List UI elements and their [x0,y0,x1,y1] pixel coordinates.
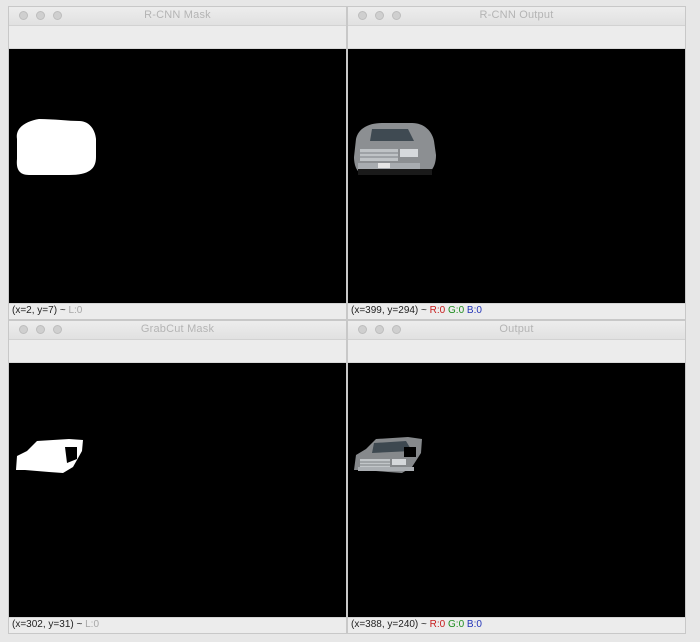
red-readout: R:0 [429,305,446,316]
status-bar: (x=2, y=7) ~ L:0 [9,303,346,319]
window-title: GrabCut Mask [140,323,215,335]
separator: ~ [421,619,427,630]
green-readout: G:0 [448,619,465,630]
window-rcnn-output: R-CNN Output (x=399, y=294) ~ R:0 G:0 B:… [347,6,686,320]
image-canvas[interactable] [348,49,685,303]
window-title: Output [499,323,534,335]
blue-readout: B:0 [466,305,482,316]
green-readout: G:0 [448,305,465,316]
window-title: R-CNN Output [479,9,554,21]
mask-image [16,119,96,175]
rcnn-mask-blob [16,119,96,175]
mask-image [16,439,83,473]
truck-plate [378,163,390,168]
status-bar: (x=388, y=240) ~ R:0 G:0 B:0 [348,617,685,633]
coords-readout: (x=2, y=7) [12,305,58,316]
coords-readout: (x=388, y=240) [351,619,419,630]
truck-grille [360,149,398,161]
truck-bumper [358,467,414,471]
window-rcnn-mask: R-CNN Mask (x=2, y=7) ~ L:0 [8,6,347,320]
toolbar [348,26,685,49]
truck-headlight [392,459,406,465]
toolbar [348,340,685,363]
image-canvas[interactable] [348,363,685,617]
window-title: R-CNN Mask [144,9,211,21]
output-image [354,437,422,473]
toolbar [9,26,346,49]
truck-headlight [400,149,418,157]
separator: ~ [76,619,83,630]
red-readout: R:0 [429,619,446,630]
output-image [354,123,436,175]
toolbar [9,340,346,363]
truck-windshield [370,129,414,141]
titlebar[interactable]: R-CNN Output [348,7,685,26]
status-bar: (x=302, y=31) ~ L:0 [9,617,346,633]
image-canvas[interactable] [9,49,346,303]
titlebar[interactable]: GrabCut Mask [9,321,346,340]
coords-readout: (x=302, y=31) [12,619,74,630]
window-output: Output (x=388, y=240) ~ R:0 G:0 B:0 [347,320,686,634]
image-canvas[interactable] [9,363,346,617]
status-bar: (x=399, y=294) ~ R:0 G:0 B:0 [348,303,685,319]
titlebar[interactable]: Output [348,321,685,340]
blue-readout: B:0 [466,619,482,630]
titlebar[interactable]: R-CNN Mask [9,7,346,26]
separator: ~ [59,305,66,316]
coords-readout: (x=399, y=294) [351,305,419,316]
luminance-readout: L:0 [85,619,100,630]
truck-grille [360,459,390,467]
window-grabcut-mask: GrabCut Mask (x=302, y=31) ~ L:0 [8,320,347,634]
separator: ~ [421,305,427,316]
luminance-readout: L:0 [68,305,83,316]
